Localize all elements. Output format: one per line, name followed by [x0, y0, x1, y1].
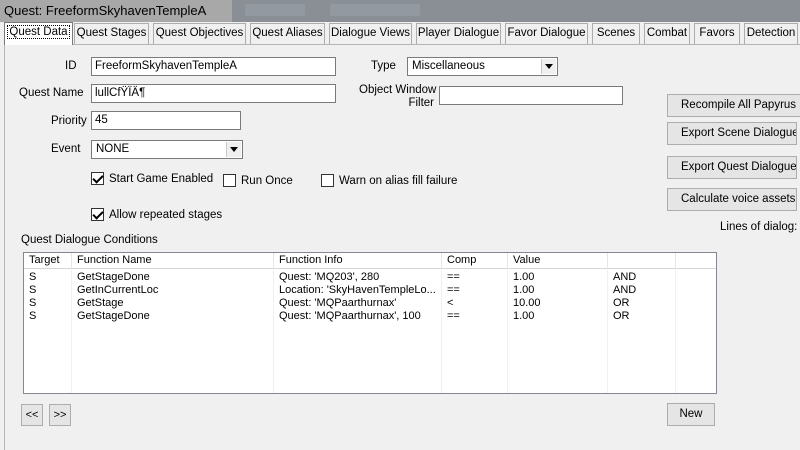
checkbox-unchecked-icon[interactable]: [321, 174, 334, 187]
cell-comp: ==: [447, 271, 460, 283]
id-label: ID: [65, 60, 77, 72]
column-header-function-info[interactable]: Function Info: [274, 253, 442, 269]
object-window-filter-field[interactable]: [439, 86, 623, 105]
tab-quest-data[interactable]: Quest Data: [4, 22, 73, 45]
cell-function-info: Quest: 'MQ203', 280: [279, 271, 380, 283]
cell-function-info: Quest: 'MQPaarthurnax', 100: [279, 310, 421, 322]
cell-value: 10.00: [513, 297, 541, 309]
cell-target: S: [29, 284, 37, 296]
previous-page-button[interactable]: <<: [21, 404, 43, 426]
event-select[interactable]: NONE: [91, 140, 243, 159]
cell-operator: OR: [613, 310, 630, 322]
next-page-button[interactable]: >>: [49, 404, 71, 426]
conditions-header: Target Function Name Function Info Comp …: [24, 253, 716, 269]
priority-field[interactable]: 45: [91, 111, 241, 130]
cell-function-name: GetStage: [77, 297, 124, 309]
object-window-filter-label: Object Window Filter: [359, 84, 437, 109]
checkbox-unchecked-icon[interactable]: [223, 174, 236, 187]
cell-operator: AND: [613, 271, 637, 283]
type-select[interactable]: Miscellaneous: [407, 57, 558, 76]
chevron-down-icon[interactable]: [541, 59, 556, 74]
table-row[interactable]: S GetStageDone Quest: 'MQPaarthurnax', 1…: [24, 310, 716, 323]
checkbox-checked-icon[interactable]: [91, 172, 104, 185]
background-window-blur: [330, 4, 420, 16]
cell-operator: OR: [613, 297, 630, 309]
cell-function-name: GetStageDone: [77, 271, 150, 283]
column-header-target[interactable]: Target: [24, 253, 72, 269]
cell-function-name: GetInCurrentLoc: [77, 284, 159, 296]
cell-target: S: [29, 297, 37, 309]
id-field[interactable]: FreeformSkyhavenTempleA: [91, 57, 336, 76]
tab-favors[interactable]: Favors: [694, 23, 740, 44]
tab-dialogue-views[interactable]: Dialogue Views: [329, 23, 412, 44]
quest-name-label: Quest Name: [19, 87, 84, 99]
warn-alias-fill-failure-checkbox[interactable]: Warn on alias fill failure: [321, 174, 457, 187]
tab-quest-objectives[interactable]: Quest Objectives: [153, 23, 246, 44]
tab-favor-dialogue[interactable]: Favor Dialogue: [505, 23, 588, 44]
export-quest-dialogue-button[interactable]: Export Quest Dialogue: [667, 156, 797, 179]
cell-comp: ==: [447, 284, 460, 296]
cell-function-name: GetStageDone: [77, 310, 150, 322]
column-header-value[interactable]: Value: [508, 253, 608, 269]
cell-value: 1.00: [513, 310, 535, 322]
quest-name-field[interactable]: lullCfŸÏÄ¶: [91, 84, 336, 103]
tab-strip: Quest Data Quest Stages Quest Objectives…: [0, 22, 800, 45]
cell-function-info: Location: 'SkyHavenTempleLo...: [279, 284, 436, 296]
start-game-enabled-checkbox[interactable]: Start Game Enabled: [91, 172, 213, 185]
column-header-operator[interactable]: [608, 253, 676, 269]
cell-function-info: Quest: 'MQPaarthurnax': [279, 297, 397, 309]
background-window-blur: [245, 4, 305, 16]
window-title: Quest: FreeformSkyhavenTempleA: [0, 0, 232, 22]
cell-value: 1.00: [513, 271, 535, 283]
title-bar: Quest: FreeformSkyhavenTempleA: [0, 0, 800, 22]
type-label: Type: [371, 60, 396, 72]
type-select-value: Miscellaneous: [412, 60, 485, 72]
tab-detection[interactable]: Detection: [744, 23, 798, 44]
cell-value: 1.00: [513, 284, 535, 296]
cell-target: S: [29, 271, 37, 283]
cell-operator: AND: [613, 284, 637, 296]
checkbox-checked-icon[interactable]: [91, 208, 104, 221]
export-scene-dialogue-button[interactable]: Export Scene Dialogue: [667, 122, 797, 145]
conditions-list[interactable]: Target Function Name Function Info Comp …: [23, 252, 717, 394]
quest-data-panel: ID FreeformSkyhavenTempleA Type Miscella…: [4, 44, 800, 450]
table-row[interactable]: S GetStage Quest: 'MQPaarthurnax' < 10.0…: [24, 297, 716, 310]
priority-label: Priority: [51, 115, 87, 127]
event-label: Event: [51, 143, 81, 155]
column-header-function-name[interactable]: Function Name: [72, 253, 274, 269]
cell-comp: <: [447, 297, 454, 309]
new-condition-button[interactable]: New: [667, 403, 715, 426]
cell-comp: ==: [447, 310, 460, 322]
allow-repeated-stages-checkbox[interactable]: Allow repeated stages: [91, 208, 222, 221]
calculate-voice-assets-button[interactable]: Calculate voice assets: [667, 188, 797, 211]
cell-target: S: [29, 310, 37, 322]
run-once-checkbox[interactable]: Run Once: [223, 174, 293, 187]
tab-quest-aliases[interactable]: Quest Aliases: [250, 23, 325, 44]
recompile-scripts-button[interactable]: Recompile All Papyrus Scripts: [667, 94, 800, 117]
chevron-down-icon[interactable]: [226, 142, 241, 157]
tab-player-dialogue[interactable]: Player Dialogue: [416, 23, 501, 44]
table-row[interactable]: S GetStageDone Quest: 'MQ203', 280 == 1.…: [24, 271, 716, 284]
tab-combat[interactable]: Combat: [644, 23, 690, 44]
quest-dialogue-conditions-label: Quest Dialogue Conditions: [21, 234, 158, 246]
event-select-value: NONE: [96, 143, 130, 155]
column-header-comp[interactable]: Comp: [442, 253, 508, 269]
table-row[interactable]: S GetInCurrentLoc Location: 'SkyHavenTem…: [24, 284, 716, 297]
tab-quest-stages[interactable]: Quest Stages: [74, 23, 149, 44]
lines-of-dialog-label: Lines of dialog:: [720, 221, 798, 233]
tab-scenes[interactable]: Scenes: [592, 23, 640, 44]
